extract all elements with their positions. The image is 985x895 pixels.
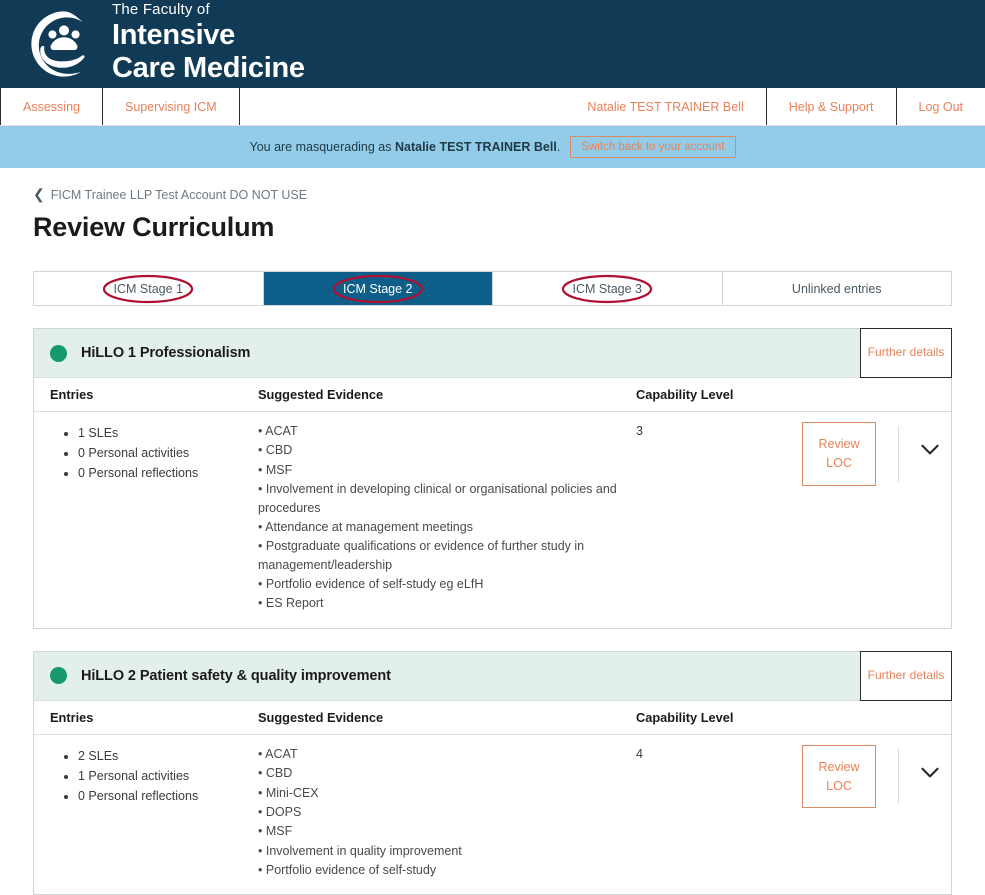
chevron-down-icon[interactable] [917,436,943,462]
card-title: HiLLO 2 Patient safety & quality improve… [81,668,391,684]
masquerade-message: You are masquerading as Natalie TEST TRA… [250,140,561,154]
list-item: • Attendance at management meetings [258,518,636,536]
list-item: • Mini-CEX [258,784,636,802]
list-item: 2 SLEs [78,747,258,765]
masquerade-prefix: You are masquerading as [250,140,395,154]
list-item: • CBD [258,441,636,459]
tab-unlinked-entries[interactable]: Unlinked entries [723,272,952,305]
further-details-button[interactable]: Further details [860,651,952,701]
breadcrumb-label: FICM Trainee LLP Test Account DO NOT USE [51,188,307,202]
entries-cell: 1 SLEs 0 Personal activities 0 Personal … [34,422,258,484]
entries-list: 1 SLEs 0 Personal activities 0 Personal … [50,424,258,482]
list-item: • Portfolio evidence of self-study eg eL… [258,575,636,593]
row-actions: Review LOC [802,422,951,486]
column-header-capability: Capability Level [636,710,951,725]
row-actions: Review LOC [802,745,951,809]
table-row: 1 SLEs 0 Personal activities 0 Personal … [34,412,951,628]
tab-icm-stage-3[interactable]: ICM Stage 3 [493,272,723,305]
list-item: 0 Personal reflections [78,464,258,482]
action-divider [898,749,899,805]
column-header-evidence: Suggested Evidence [258,710,636,725]
tab-icm-stage-1[interactable]: ICM Stage 1 [34,272,264,305]
masquerade-banner: You are masquerading as Natalie TEST TRA… [0,126,985,168]
card-header: HiLLO 2 Patient safety & quality improve… [34,652,951,700]
tab-label: ICM Stage 2 [343,282,412,296]
nav-right-group: Natalie TEST TRAINER Bell Help & Support… [565,88,985,125]
list-item: 0 Personal reflections [78,787,258,805]
brand-tagline: The Faculty of [112,2,305,17]
card-hillo-1: HiLLO 1 Professionalism Further details … [33,328,952,629]
column-header-capability: Capability Level [636,387,951,402]
tab-label: Unlinked entries [792,282,882,296]
list-item: • MSF [258,822,636,840]
list-item: 0 Personal activities [78,444,258,462]
status-dot-icon [50,667,67,684]
action-divider [898,426,899,482]
card-header: HiLLO 1 Professionalism Further details [34,329,951,377]
column-header-evidence: Suggested Evidence [258,387,636,402]
nav-item-log-out[interactable]: Log Out [897,88,985,125]
evidence-cell: • ACAT • CBD • Mini-CEX • DOPS • MSF • I… [258,745,636,881]
chevron-left-icon: ❮ [33,187,45,201]
card-title-group: HiLLO 2 Patient safety & quality improve… [34,652,860,700]
list-item: • Involvement in quality improvement [258,842,636,860]
list-item: • Involvement in developing clinical or … [258,480,636,517]
brand-text: The Faculty of Intensive Care Medicine [112,2,305,86]
chevron-down-icon[interactable] [917,759,943,785]
page-content: ❮ FICM Trainee LLP Test Account DO NOT U… [0,188,985,895]
list-item: • ES Report [258,594,636,612]
list-item: • ACAT [258,422,636,440]
table-row: 2 SLEs 1 Personal activities 0 Personal … [34,735,951,895]
ficm-hand-people-logo-icon [30,10,98,78]
nav-left-group: Assessing Supervising ICM [0,88,240,125]
tab-icm-stage-2[interactable]: ICM Stage 2 [264,272,494,305]
column-headers: Entries Suggested Evidence Capability Le… [34,377,951,412]
status-dot-icon [50,345,67,362]
list-item: • Portfolio evidence of self-study [258,861,636,879]
list-item: • CBD [258,764,636,782]
page-title: Review Curriculum [33,212,952,243]
card-hillo-2: HiLLO 2 Patient safety & quality improve… [33,651,952,895]
entries-cell: 2 SLEs 1 Personal activities 0 Personal … [34,745,258,807]
tab-label: ICM Stage 1 [114,282,183,296]
capability-level-value: 4 [636,745,802,761]
list-item: • MSF [258,461,636,479]
review-loc-button[interactable]: Review LOC [802,422,876,486]
nav-item-supervising-icm[interactable]: Supervising ICM [103,88,240,125]
brand-name-line-2: Care Medicine [112,52,305,84]
nav-item-help-support[interactable]: Help & Support [767,88,897,125]
column-header-entries: Entries [34,387,258,402]
list-item: 1 Personal activities [78,767,258,785]
column-headers: Entries Suggested Evidence Capability Le… [34,700,951,735]
list-item: • Postgraduate qualifications or evidenc… [258,537,636,574]
masquerade-user: Natalie TEST TRAINER Bell [395,140,557,154]
list-item: • ACAT [258,745,636,763]
masquerade-suffix: . [557,140,560,154]
card-title: HiLLO 1 Professionalism [81,345,250,361]
main-navigation: Assessing Supervising ICM Natalie TEST T… [0,88,985,126]
brand-name-line-1: Intensive [112,19,305,51]
brand-header: The Faculty of Intensive Care Medicine [0,0,985,88]
list-item: • DOPS [258,803,636,821]
review-loc-button[interactable]: Review LOC [802,745,876,809]
column-header-entries: Entries [34,710,258,725]
entries-list: 2 SLEs 1 Personal activities 0 Personal … [50,747,258,805]
capability-level-value: 3 [636,422,802,438]
further-details-button[interactable]: Further details [860,328,952,378]
list-item: 1 SLEs [78,424,258,442]
tab-label: ICM Stage 3 [573,282,642,296]
switch-back-button[interactable]: Switch back to your account [570,136,735,158]
stage-tabs: ICM Stage 1 ICM Stage 2 ICM Stage 3 Unli… [33,271,952,306]
nav-item-user-account[interactable]: Natalie TEST TRAINER Bell [565,88,766,125]
nav-item-assessing[interactable]: Assessing [0,88,103,125]
breadcrumb[interactable]: ❮ FICM Trainee LLP Test Account DO NOT U… [33,188,952,202]
evidence-cell: • ACAT • CBD • MSF • Involvement in deve… [258,422,636,614]
card-title-group: HiLLO 1 Professionalism [34,329,860,377]
